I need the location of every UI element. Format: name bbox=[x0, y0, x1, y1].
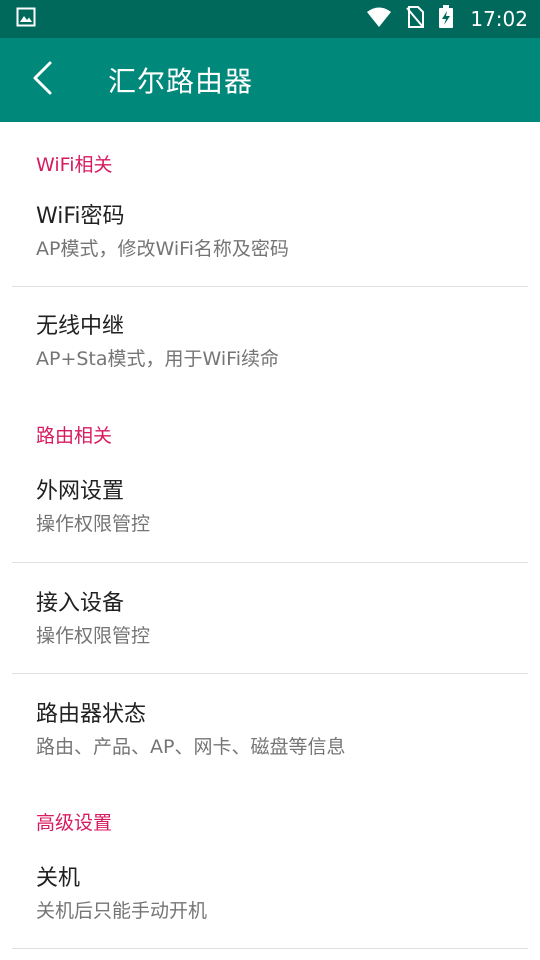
status-time: 17:02 bbox=[470, 7, 528, 31]
pref-title: 接入设备 bbox=[36, 591, 125, 616]
pref-summary: 操作权限管控 bbox=[36, 625, 151, 647]
app-bar: 汇尔路由器 bbox=[0, 38, 540, 122]
pref-wan-settings[interactable]: 外网设置 操作权限管控 bbox=[0, 451, 540, 562]
pref-title: WiFi密码 bbox=[36, 204, 125, 229]
pref-router-status[interactable]: 路由器状态 路由、产品、AP、网卡、磁盘等信息 bbox=[0, 674, 540, 782]
section-header-wifi: WiFi相关 bbox=[36, 154, 113, 176]
pref-title: 关机 bbox=[36, 866, 81, 891]
divider bbox=[12, 948, 528, 949]
status-bar: 17:02 bbox=[0, 0, 540, 38]
section-header-router: 路由相关 bbox=[36, 425, 113, 447]
pref-title: 外网设置 bbox=[36, 479, 125, 504]
settings-list: WiFi相关 WiFi密码 AP模式，修改WiFi名称及密码 无线中继 AP+S… bbox=[0, 122, 540, 949]
pref-title: 无线中继 bbox=[36, 314, 125, 339]
pref-summary: 操作权限管控 bbox=[36, 513, 151, 535]
back-button[interactable] bbox=[0, 38, 84, 122]
pref-title: 路由器状态 bbox=[36, 702, 147, 727]
page-title: 汇尔路由器 bbox=[108, 65, 254, 98]
pref-wifi-password[interactable]: WiFi密码 AP模式，修改WiFi名称及密码 bbox=[0, 174, 540, 286]
pref-summary: 关机后只能手动开机 bbox=[36, 900, 208, 922]
pref-summary: AP+Sta模式，用于WiFi续命 bbox=[36, 348, 280, 370]
wifi-icon bbox=[366, 6, 392, 32]
battery-charging-icon bbox=[438, 5, 454, 33]
image-notification-icon bbox=[16, 7, 36, 31]
pref-connected-devices[interactable]: 接入设备 操作权限管控 bbox=[0, 563, 540, 673]
back-arrow-icon bbox=[30, 60, 54, 100]
no-sim-icon bbox=[406, 6, 425, 32]
pref-summary: 路由、产品、AP、网卡、磁盘等信息 bbox=[36, 736, 346, 758]
section-header-advanced: 高级设置 bbox=[36, 812, 113, 834]
pref-shutdown[interactable]: 关机 关机后只能手动开机 bbox=[0, 838, 540, 948]
pref-wireless-repeater[interactable]: 无线中继 AP+Sta模式，用于WiFi续命 bbox=[0, 287, 540, 397]
pref-summary: AP模式，修改WiFi名称及密码 bbox=[36, 238, 289, 260]
